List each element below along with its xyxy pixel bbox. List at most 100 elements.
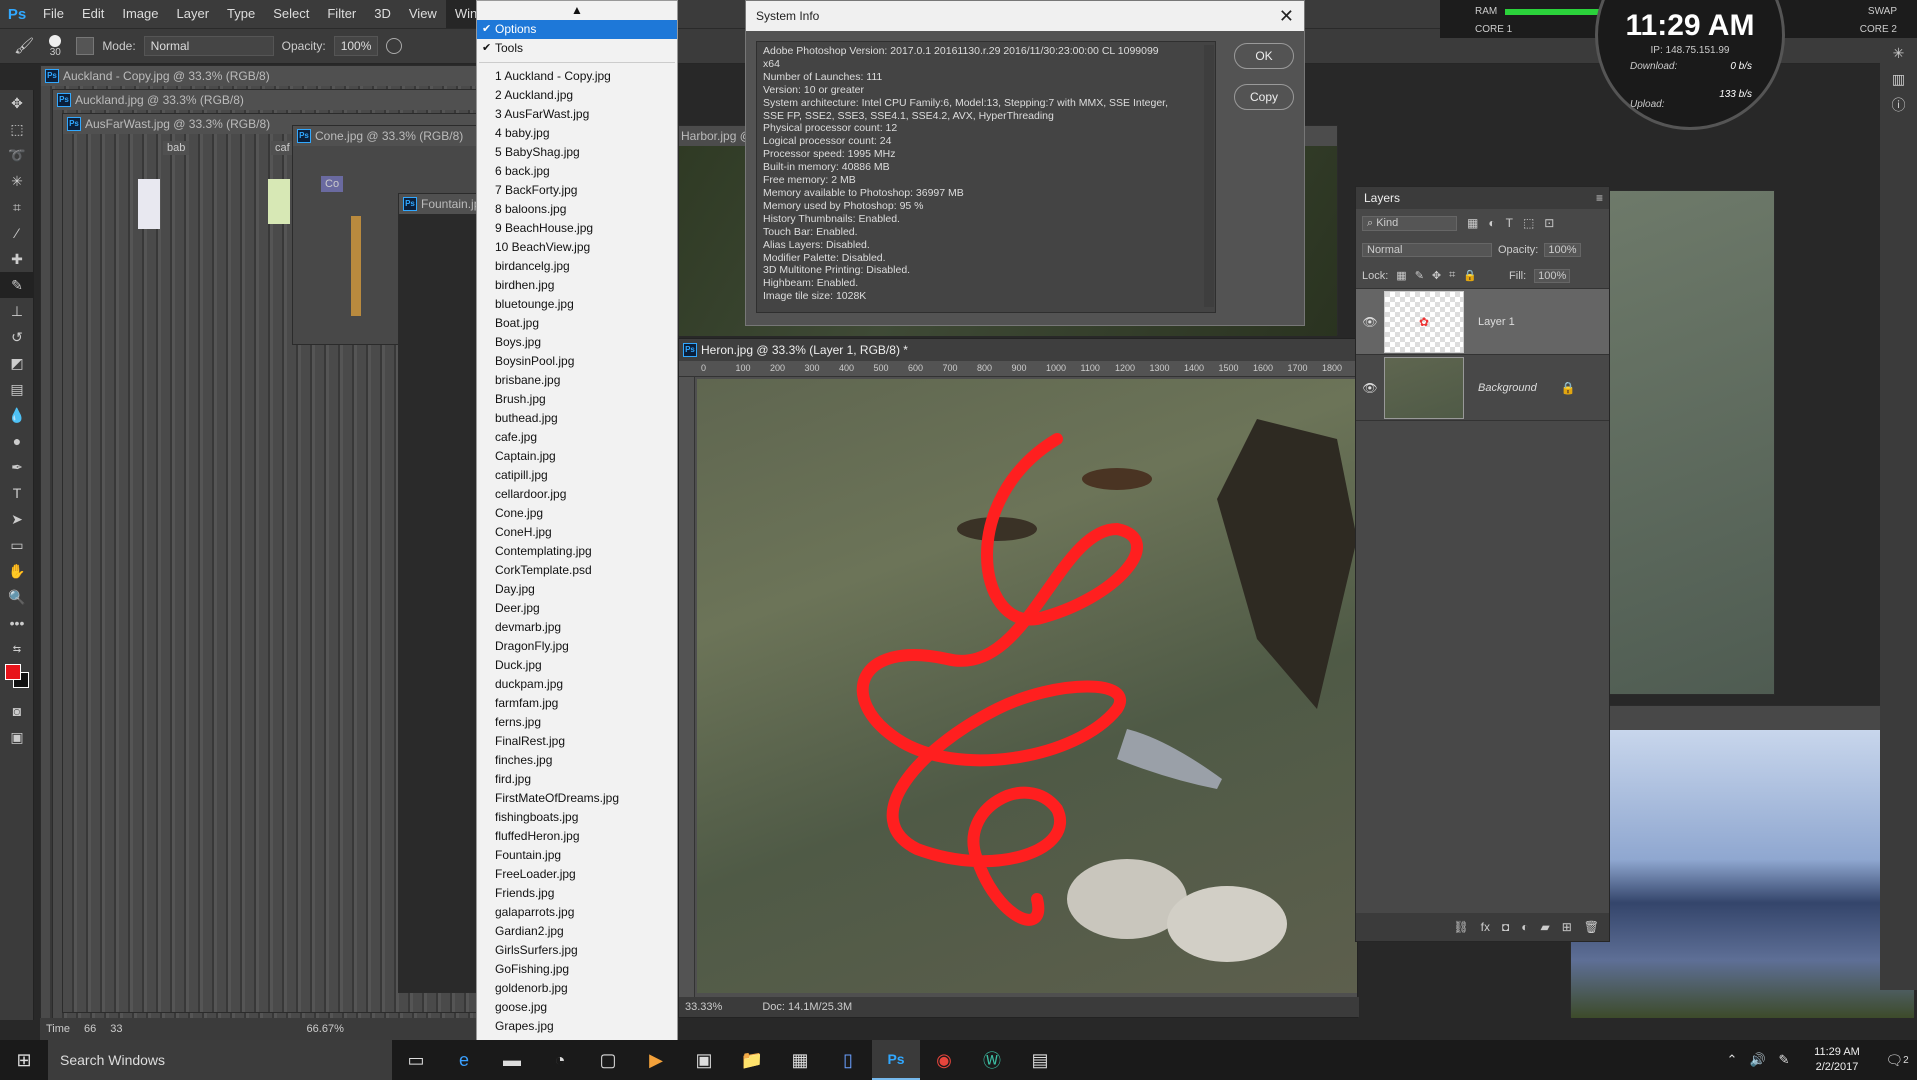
panel-3d-icon[interactable]: ✳ bbox=[1880, 40, 1917, 66]
menu-item-open-file[interactable]: Cone.jpg bbox=[477, 504, 677, 523]
canvas[interactable] bbox=[697, 379, 1357, 993]
menu-item-open-file[interactable]: fluffedHeron.jpg bbox=[477, 827, 677, 846]
taskbar-app-icon[interactable]: ◔ bbox=[536, 1040, 584, 1080]
menu-item-open-file[interactable]: Fountain.jpg bbox=[477, 846, 677, 865]
task-view-icon[interactable]: ▭ bbox=[392, 1040, 440, 1080]
lock-pixels-icon[interactable]: ✎ bbox=[1415, 269, 1424, 282]
menu-item-open-file[interactable]: 4 baby.jpg bbox=[477, 124, 677, 143]
menu-item-open-file[interactable]: cafe.jpg bbox=[477, 428, 677, 447]
zoom-tool-icon[interactable]: 🔍 bbox=[0, 584, 34, 610]
menu-filter[interactable]: Filter bbox=[318, 0, 365, 28]
menu-item-open-file[interactable]: FinalRest.jpg bbox=[477, 732, 677, 751]
brush-panel-icon[interactable] bbox=[76, 37, 95, 55]
menu-item-open-file[interactable]: 6 back.jpg bbox=[477, 162, 677, 181]
menu-item-open-file[interactable]: devmarb.jpg bbox=[477, 618, 677, 637]
blur-tool-icon[interactable]: 💧 bbox=[0, 402, 34, 428]
doc-size-info[interactable]: Doc: 14.1M/25.3M bbox=[762, 1001, 852, 1013]
fx-icon[interactable]: fx bbox=[1481, 920, 1490, 934]
doc-tab[interactable]: Ps Cone.jpg @ 33.3% (RGB/8) bbox=[293, 126, 479, 146]
pressure-opacity-icon[interactable] bbox=[385, 38, 402, 54]
menu-item-open-file[interactable]: GoFishing.jpg bbox=[477, 960, 677, 979]
zoom-level[interactable]: 33.33% bbox=[685, 1001, 722, 1013]
menu-item-open-file[interactable]: catipill.jpg bbox=[477, 466, 677, 485]
panel-menu-icon[interactable]: ≡ bbox=[1596, 191, 1603, 205]
menu-item-options[interactable]: ✔ Options bbox=[477, 20, 677, 39]
file-explorer-icon[interactable]: 📁 bbox=[728, 1040, 776, 1080]
close-icon[interactable]: ✕ bbox=[1279, 1, 1294, 31]
menu-item-open-file[interactable]: FirstMateOfDreams.jpg bbox=[477, 789, 677, 808]
doc-tab[interactable]: Ps Auckland.jpg @ 33.3% (RGB/8) bbox=[53, 90, 479, 110]
cmd-icon[interactable]: ▣ bbox=[680, 1040, 728, 1080]
doc-window-fountain[interactable]: Ps Fountain.jp bbox=[398, 193, 480, 993]
doc-window-right-top[interactable] bbox=[1600, 190, 1775, 695]
foreground-color-swatch[interactable] bbox=[5, 664, 21, 680]
doc-window-lake[interactable] bbox=[1570, 705, 1915, 1018]
search-box[interactable]: Search Windows bbox=[48, 1040, 392, 1080]
menu-item-open-file[interactable]: 7 BackForty.jpg bbox=[477, 181, 677, 200]
menu-item-open-file[interactable]: DragonFly.jpg bbox=[477, 637, 677, 656]
menu-item-open-file[interactable]: Brush.jpg bbox=[477, 390, 677, 409]
menu-item-open-file[interactable]: bluetounge.jpg bbox=[477, 295, 677, 314]
menu-item-open-file[interactable]: galaparrots.jpg bbox=[477, 903, 677, 922]
healing-brush-tool-icon[interactable]: ✚ bbox=[0, 246, 34, 272]
menu-image[interactable]: Image bbox=[113, 0, 167, 28]
menu-item-open-file[interactable]: fishingboats.jpg bbox=[477, 808, 677, 827]
filter-smartobject-icon[interactable]: ⊡ bbox=[1544, 216, 1554, 230]
pen-icon[interactable]: ✎ bbox=[1771, 1040, 1797, 1080]
quick-mask-icon[interactable]: ◙ bbox=[0, 698, 34, 724]
menu-3d[interactable]: 3D bbox=[365, 0, 400, 28]
menu-item-open-file[interactable]: brisbane.jpg bbox=[477, 371, 677, 390]
menu-item-open-file[interactable]: 1 Auckland - Copy.jpg bbox=[477, 67, 677, 86]
copy-button[interactable]: Copy bbox=[1234, 84, 1294, 110]
gradient-tool-icon[interactable]: ▤ bbox=[0, 376, 34, 402]
doc-tab-bab[interactable]: bab bbox=[163, 141, 190, 155]
menu-item-open-file[interactable]: 8 baloons.jpg bbox=[477, 200, 677, 219]
menu-item-open-file[interactable]: buthead.jpg bbox=[477, 409, 677, 428]
lock-transparent-icon[interactable]: ▦ bbox=[1396, 269, 1406, 282]
menu-item-open-file[interactable]: ConeH.jpg bbox=[477, 523, 677, 542]
chevron-up-icon[interactable]: ⌃ bbox=[1719, 1040, 1745, 1080]
menu-item-open-file[interactable]: Boat.jpg bbox=[477, 314, 677, 333]
blend-mode-select[interactable]: Normal bbox=[1362, 243, 1492, 257]
lasso-tool-icon[interactable]: ➰ bbox=[0, 142, 34, 168]
layer-opacity-input[interactable]: 100% bbox=[1544, 243, 1581, 257]
system-info-text[interactable]: Adobe Photoshop Version: 2017.0.1 201611… bbox=[756, 41, 1216, 313]
w-app-icon[interactable]: Ⓦ bbox=[968, 1040, 1016, 1080]
start-windows-icon[interactable]: ⊞ bbox=[0, 1040, 48, 1080]
doc-tab[interactable]: Ps Heron.jpg @ 33.3% (Layer 1, RGB/8) * bbox=[679, 339, 1357, 361]
taskbar-clock[interactable]: 11:29 AM 2/2/2017 bbox=[1797, 1045, 1877, 1075]
layer-name[interactable]: Layer 1 bbox=[1478, 316, 1515, 328]
menu-item-open-file[interactable]: 9 BeachHouse.jpg bbox=[477, 219, 677, 238]
doc-tab[interactable]: Ps Fountain.jp bbox=[399, 194, 479, 214]
new-group-icon[interactable]: ▰ bbox=[1540, 920, 1549, 934]
layer-filter-kind[interactable]: ⌕ Kind bbox=[1362, 215, 1457, 231]
layer-row-background[interactable]: 👁 Background 🔒 bbox=[1356, 355, 1609, 421]
layer-fill-input[interactable]: 100% bbox=[1534, 268, 1571, 283]
menu-item-open-file[interactable]: birdancelg.jpg bbox=[477, 257, 677, 276]
filter-type-icon[interactable]: T bbox=[1506, 216, 1513, 230]
scroll-up-arrow[interactable]: ▲ bbox=[477, 1, 677, 20]
brush-tool-icon[interactable]: ✎ bbox=[0, 272, 34, 298]
filter-shape-icon[interactable]: ⬚ bbox=[1523, 216, 1534, 230]
layer-name[interactable]: Background bbox=[1478, 382, 1537, 394]
magic-wand-tool-icon[interactable]: ✳ bbox=[0, 168, 34, 194]
menu-item-open-file[interactable]: farmfam.jpg bbox=[477, 694, 677, 713]
menu-layer[interactable]: Layer bbox=[168, 0, 219, 28]
menu-item-open-file[interactable]: Contemplating.jpg bbox=[477, 542, 677, 561]
info-icon[interactable]: ⓘ bbox=[1880, 92, 1917, 118]
swap-colors-icon[interactable]: ⇆ bbox=[0, 636, 34, 662]
menu-file[interactable]: File bbox=[34, 0, 73, 28]
menu-item-open-file[interactable]: GirlsSurfers.jpg bbox=[477, 941, 677, 960]
visibility-eye-icon[interactable]: 👁 bbox=[1356, 315, 1384, 329]
taskbar-app-icon[interactable]: ▤ bbox=[1016, 1040, 1064, 1080]
filter-adjustment-icon[interactable]: ◐ bbox=[1488, 216, 1495, 230]
menu-item-open-file[interactable]: Friends.jpg bbox=[477, 884, 677, 903]
menu-item-open-file[interactable]: 10 BeachView.jpg bbox=[477, 238, 677, 257]
type-tool-icon[interactable]: T bbox=[0, 480, 34, 506]
menu-item-open-file[interactable]: Day.jpg bbox=[477, 580, 677, 599]
menu-select[interactable]: Select bbox=[264, 0, 318, 28]
lock-position-icon[interactable]: ✥ bbox=[1432, 269, 1441, 282]
layer-row-layer1[interactable]: 👁 ✿ Layer 1 bbox=[1356, 289, 1609, 355]
menu-item-open-file[interactable]: goose.jpg bbox=[477, 998, 677, 1017]
new-layer-icon[interactable]: ⊞ bbox=[1562, 920, 1572, 934]
